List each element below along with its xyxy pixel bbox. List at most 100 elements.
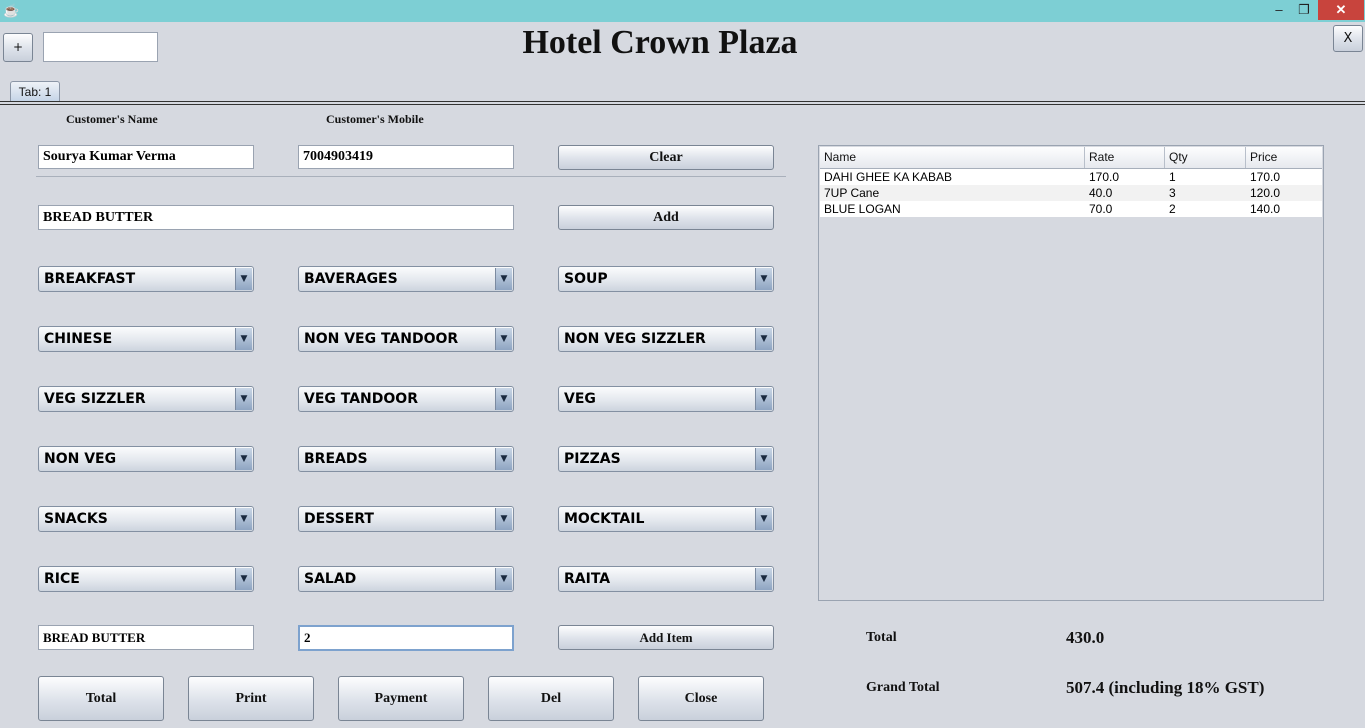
- chevron-down-icon[interactable]: ▼: [755, 448, 772, 470]
- category-combo-salad[interactable]: SALAD ▼: [298, 566, 514, 592]
- cell-rate: 70.0: [1089, 202, 1113, 216]
- item-search-input[interactable]: [38, 205, 514, 230]
- column-header-name[interactable]: Name: [820, 147, 1085, 168]
- cell-rate: 170.0: [1089, 170, 1120, 184]
- window-close-button[interactable]: ✕: [1318, 0, 1364, 20]
- restore-button[interactable]: ❐: [1291, 0, 1317, 20]
- cell-qty: 1: [1169, 170, 1176, 184]
- table-row[interactable]: BLUE LOGAN 70.0 2 140.0: [820, 201, 1322, 217]
- tab-divider: [0, 104, 1365, 105]
- tab-number-input[interactable]: [43, 32, 158, 62]
- category-combo-soup[interactable]: SOUP ▼: [558, 266, 774, 292]
- bill-table[interactable]: Name Rate Qty Price DAHI GHEE KA KABAB 1…: [818, 145, 1324, 601]
- window-titlebar: [0, 0, 1365, 22]
- combo-label: DESSERT: [304, 511, 374, 527]
- chevron-down-icon[interactable]: ▼: [235, 328, 252, 350]
- close-tab-button[interactable]: X: [1333, 25, 1363, 52]
- customer-mobile-input[interactable]: [298, 145, 514, 169]
- combo-label: RICE: [44, 571, 80, 587]
- combo-label: BREAKFAST: [44, 271, 136, 287]
- combo-label: MOCKTAIL: [564, 511, 645, 527]
- close-button[interactable]: Close: [638, 676, 764, 721]
- category-combo-rice[interactable]: RICE ▼: [38, 566, 254, 592]
- chevron-down-icon[interactable]: ▼: [235, 268, 252, 290]
- column-header-rate[interactable]: Rate: [1085, 147, 1165, 168]
- category-combo-veg[interactable]: VEG ▼: [558, 386, 774, 412]
- category-combo-non-veg[interactable]: NON VEG ▼: [38, 446, 254, 472]
- chevron-down-icon[interactable]: ▼: [235, 448, 252, 470]
- category-combo-breads[interactable]: BREADS ▼: [298, 446, 514, 472]
- cell-name: BLUE LOGAN: [824, 202, 901, 216]
- chevron-down-icon[interactable]: ▼: [495, 388, 512, 410]
- chevron-down-icon[interactable]: ▼: [755, 388, 772, 410]
- add-button[interactable]: Add: [558, 205, 774, 230]
- section-separator: [36, 176, 786, 177]
- customer-name-input[interactable]: [38, 145, 254, 169]
- category-combo-raita[interactable]: RAITA ▼: [558, 566, 774, 592]
- quantity-input[interactable]: [298, 625, 514, 651]
- combo-label: VEG SIZZLER: [44, 391, 146, 407]
- java-app-icon: ☕: [3, 3, 20, 18]
- category-combo-snacks[interactable]: SNACKS ▼: [38, 506, 254, 532]
- clear-button[interactable]: Clear: [558, 145, 774, 170]
- selected-item-input[interactable]: [38, 625, 254, 650]
- category-combo-chinese[interactable]: CHINESE ▼: [38, 326, 254, 352]
- total-label: Total: [866, 630, 897, 645]
- delete-button[interactable]: Del: [488, 676, 614, 721]
- cell-qty: 3: [1169, 186, 1176, 200]
- combo-label: SOUP: [564, 271, 608, 287]
- combo-label: BAVERAGES: [304, 271, 398, 287]
- column-header-price[interactable]: Price: [1246, 147, 1322, 168]
- combo-label: PIZZAS: [564, 451, 621, 467]
- category-combo-veg-tandoor[interactable]: VEG TANDOOR ▼: [298, 386, 514, 412]
- chevron-down-icon[interactable]: ▼: [495, 448, 512, 470]
- chevron-down-icon[interactable]: ▼: [235, 508, 252, 530]
- tab-divider: [0, 101, 1365, 102]
- category-combo-dessert[interactable]: DESSERT ▼: [298, 506, 514, 532]
- cell-price: 170.0: [1250, 170, 1281, 184]
- chevron-down-icon[interactable]: ▼: [755, 328, 772, 350]
- chevron-down-icon[interactable]: ▼: [495, 508, 512, 530]
- total-value: 430.0: [1066, 628, 1105, 647]
- chevron-down-icon[interactable]: ▼: [495, 328, 512, 350]
- combo-label: RAITA: [564, 571, 611, 587]
- category-combo-mocktail[interactable]: MOCKTAIL ▼: [558, 506, 774, 532]
- grand-total-value: 507.4 (including 18% GST): [1066, 678, 1265, 697]
- category-combo-non-veg-sizzler[interactable]: NON VEG SIZZLER ▼: [558, 326, 774, 352]
- table-row[interactable]: 7UP Cane 40.0 3 120.0: [820, 185, 1322, 201]
- cell-name: DAHI GHEE KA KABAB: [824, 170, 953, 184]
- chevron-down-icon[interactable]: ▼: [755, 508, 772, 530]
- chevron-down-icon[interactable]: ▼: [235, 568, 252, 590]
- minimize-button[interactable]: –: [1266, 0, 1292, 20]
- cell-price: 140.0: [1250, 202, 1281, 216]
- chevron-down-icon[interactable]: ▼: [495, 568, 512, 590]
- grand-total-label: Grand Total: [866, 680, 940, 695]
- add-tab-button[interactable]: +: [3, 33, 33, 62]
- category-combo-non-veg-tandoor[interactable]: NON VEG TANDOOR ▼: [298, 326, 514, 352]
- combo-label: BREADS: [304, 451, 368, 467]
- category-combo-pizzas[interactable]: PIZZAS ▼: [558, 446, 774, 472]
- customer-mobile-label: Customer's Mobile: [326, 112, 424, 126]
- chevron-down-icon[interactable]: ▼: [495, 268, 512, 290]
- combo-label: SNACKS: [44, 511, 108, 527]
- add-item-button[interactable]: Add Item: [558, 625, 774, 650]
- combo-label: CHINESE: [44, 331, 113, 347]
- cell-rate: 40.0: [1089, 186, 1113, 200]
- column-header-qty[interactable]: Qty: [1165, 147, 1246, 168]
- cell-name: 7UP Cane: [824, 186, 880, 200]
- cell-price: 120.0: [1250, 186, 1281, 200]
- combo-label: VEG TANDOOR: [304, 391, 418, 407]
- tab-1[interactable]: Tab: 1: [10, 81, 60, 102]
- combo-label: NON VEG: [44, 451, 117, 467]
- category-combo-veg-sizzler[interactable]: VEG SIZZLER ▼: [38, 386, 254, 412]
- category-combo-baverages[interactable]: BAVERAGES ▼: [298, 266, 514, 292]
- category-combo-breakfast[interactable]: BREAKFAST ▼: [38, 266, 254, 292]
- payment-button[interactable]: Payment: [338, 676, 464, 721]
- total-button[interactable]: Total: [38, 676, 164, 721]
- print-button[interactable]: Print: [188, 676, 314, 721]
- table-row[interactable]: DAHI GHEE KA KABAB 170.0 1 170.0: [820, 169, 1322, 185]
- table-header: Name Rate Qty Price: [820, 147, 1322, 169]
- chevron-down-icon[interactable]: ▼: [755, 568, 772, 590]
- chevron-down-icon[interactable]: ▼: [755, 268, 772, 290]
- chevron-down-icon[interactable]: ▼: [235, 388, 252, 410]
